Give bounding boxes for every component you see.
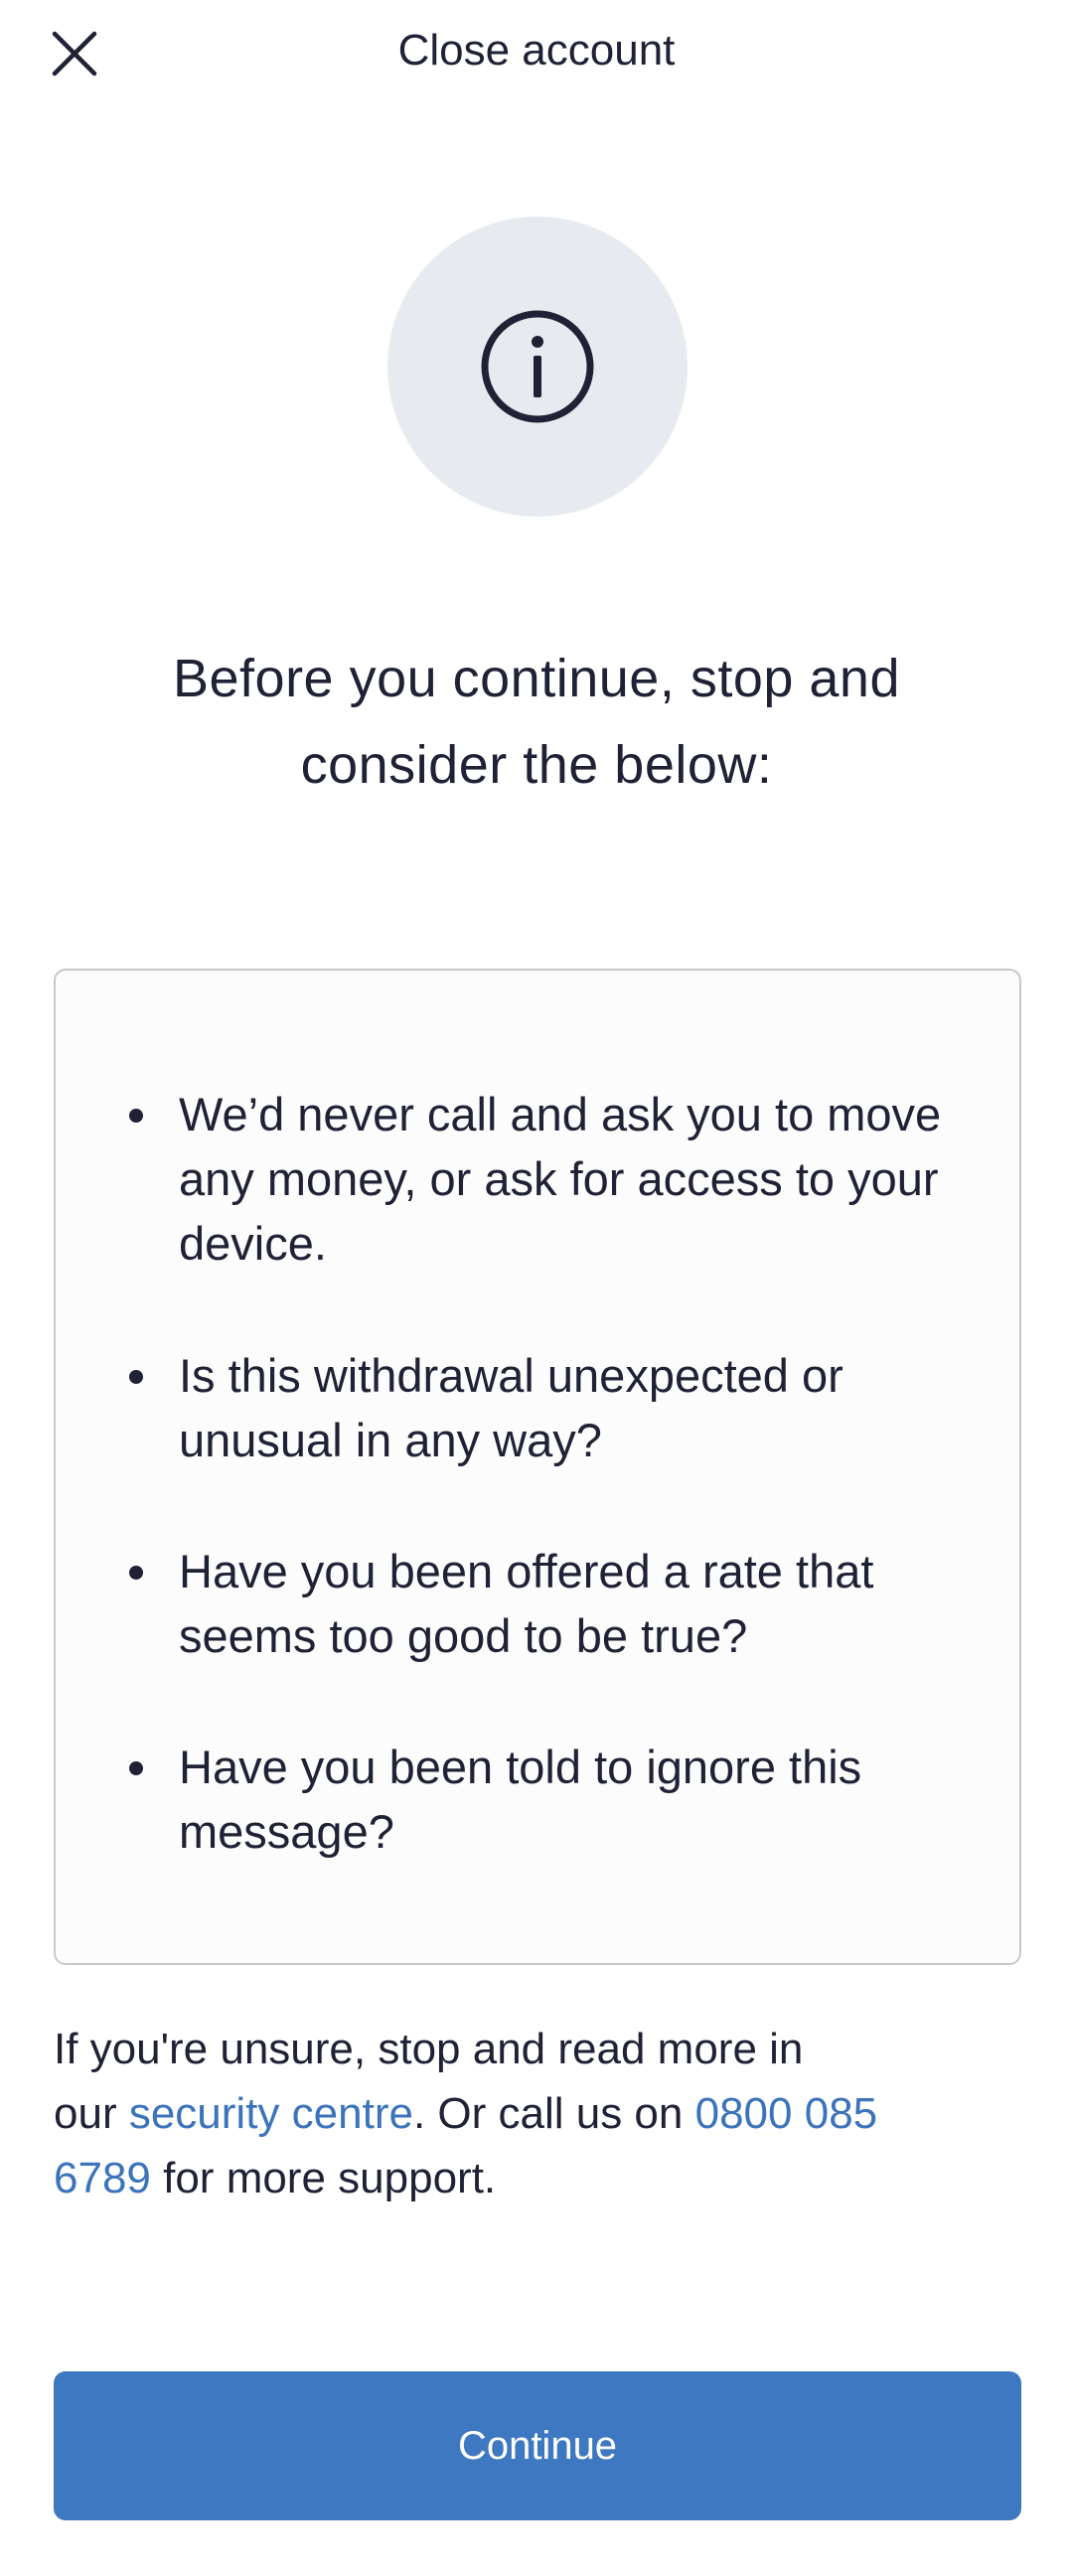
page-title: Close account (397, 26, 676, 75)
continue-button[interactable]: Continue (54, 2371, 1021, 2520)
scam-warning-box: We’d never call and ask you to move any … (54, 969, 1021, 1965)
bullet-dot (129, 1761, 143, 1775)
phone-number-part-1: 0800 085 (694, 2089, 878, 2138)
heading-line-2: consider the below: (300, 735, 773, 795)
support-middle: . Or call us on (412, 2089, 695, 2138)
phone-number-part-2: 6789 (54, 2154, 151, 2202)
list-item-text: Is this withdrawal unexpected or unusual… (179, 1349, 843, 1466)
support-prefix: our (54, 2089, 129, 2138)
support-line-1: If you're unsure, stop and read more in (54, 2025, 804, 2073)
security-centre-link[interactable]: security centre (129, 2089, 413, 2138)
bullet-dot (129, 1566, 143, 1580)
list-item-text: Have you been offered a rate that seems … (179, 1545, 874, 1662)
support-message: If you're unsure, stop and read more in … (54, 2017, 968, 2210)
top-bar: Close account (0, 0, 1073, 109)
bullet-dot (129, 1370, 143, 1384)
heading-line-1: Before you continue, stop and (172, 649, 900, 708)
info-icon (481, 310, 594, 423)
info-badge (387, 217, 688, 517)
bullet-dot (129, 1109, 143, 1123)
list-item-text: We’d never call and ask you to move any … (179, 1088, 942, 1270)
warning-heading: Before you continue, stop and consider t… (60, 636, 1013, 809)
list-item-text: Have you been told to ignore this messag… (179, 1741, 862, 1858)
support-suffix: for more support. (150, 2154, 497, 2202)
continue-button-label: Continue (457, 2423, 618, 2468)
